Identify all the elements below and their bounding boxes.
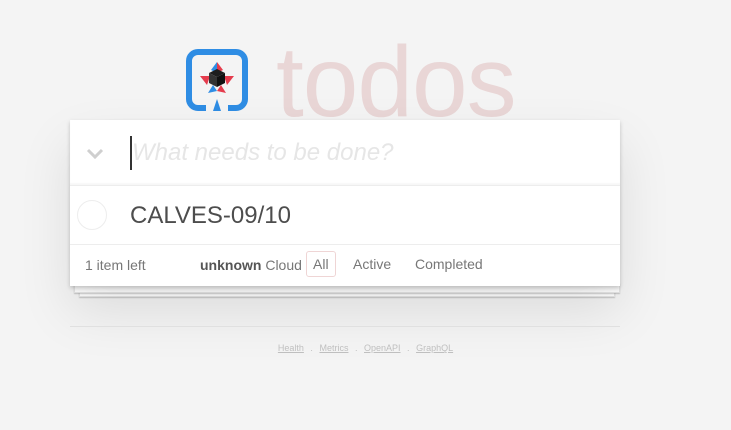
link-graphql[interactable]: GraphQL xyxy=(416,343,453,353)
filter-all[interactable]: All xyxy=(306,251,336,277)
new-todo-row xyxy=(70,120,620,186)
chevron-down-icon[interactable] xyxy=(82,138,108,168)
todo-item-label: CALVES-09/10 xyxy=(130,202,291,229)
connection-label: Cloud xyxy=(265,257,302,273)
header: todos xyxy=(0,0,731,138)
quarkus-logo xyxy=(186,49,248,111)
link-separator: . xyxy=(310,343,313,353)
link-separator: . xyxy=(407,343,410,353)
filter-completed[interactable]: Completed xyxy=(408,251,490,277)
new-todo-input[interactable] xyxy=(130,136,602,170)
connection-status: unknown Cloud xyxy=(200,257,302,273)
footer: 1 item left unknown Cloud All Active Com… xyxy=(70,245,620,285)
circle-checkbox-icon[interactable] xyxy=(77,200,107,230)
connection-state: unknown xyxy=(200,257,262,273)
items-left-count: 1 item left xyxy=(85,257,146,273)
link-separator: . xyxy=(354,343,358,353)
filter-active[interactable]: Active xyxy=(346,251,398,277)
link-openapi[interactable]: OpenAPI xyxy=(364,343,401,353)
todo-app: CALVES-09/10 1 item left unknown Cloud A… xyxy=(70,120,620,286)
todo-item[interactable]: CALVES-09/10 xyxy=(70,186,620,245)
divider xyxy=(70,326,620,327)
footer-links: Health . Metrics . OpenAPI . GraphQL xyxy=(0,343,731,353)
link-metrics[interactable]: Metrics xyxy=(319,343,348,353)
link-health[interactable]: Health xyxy=(278,343,304,353)
